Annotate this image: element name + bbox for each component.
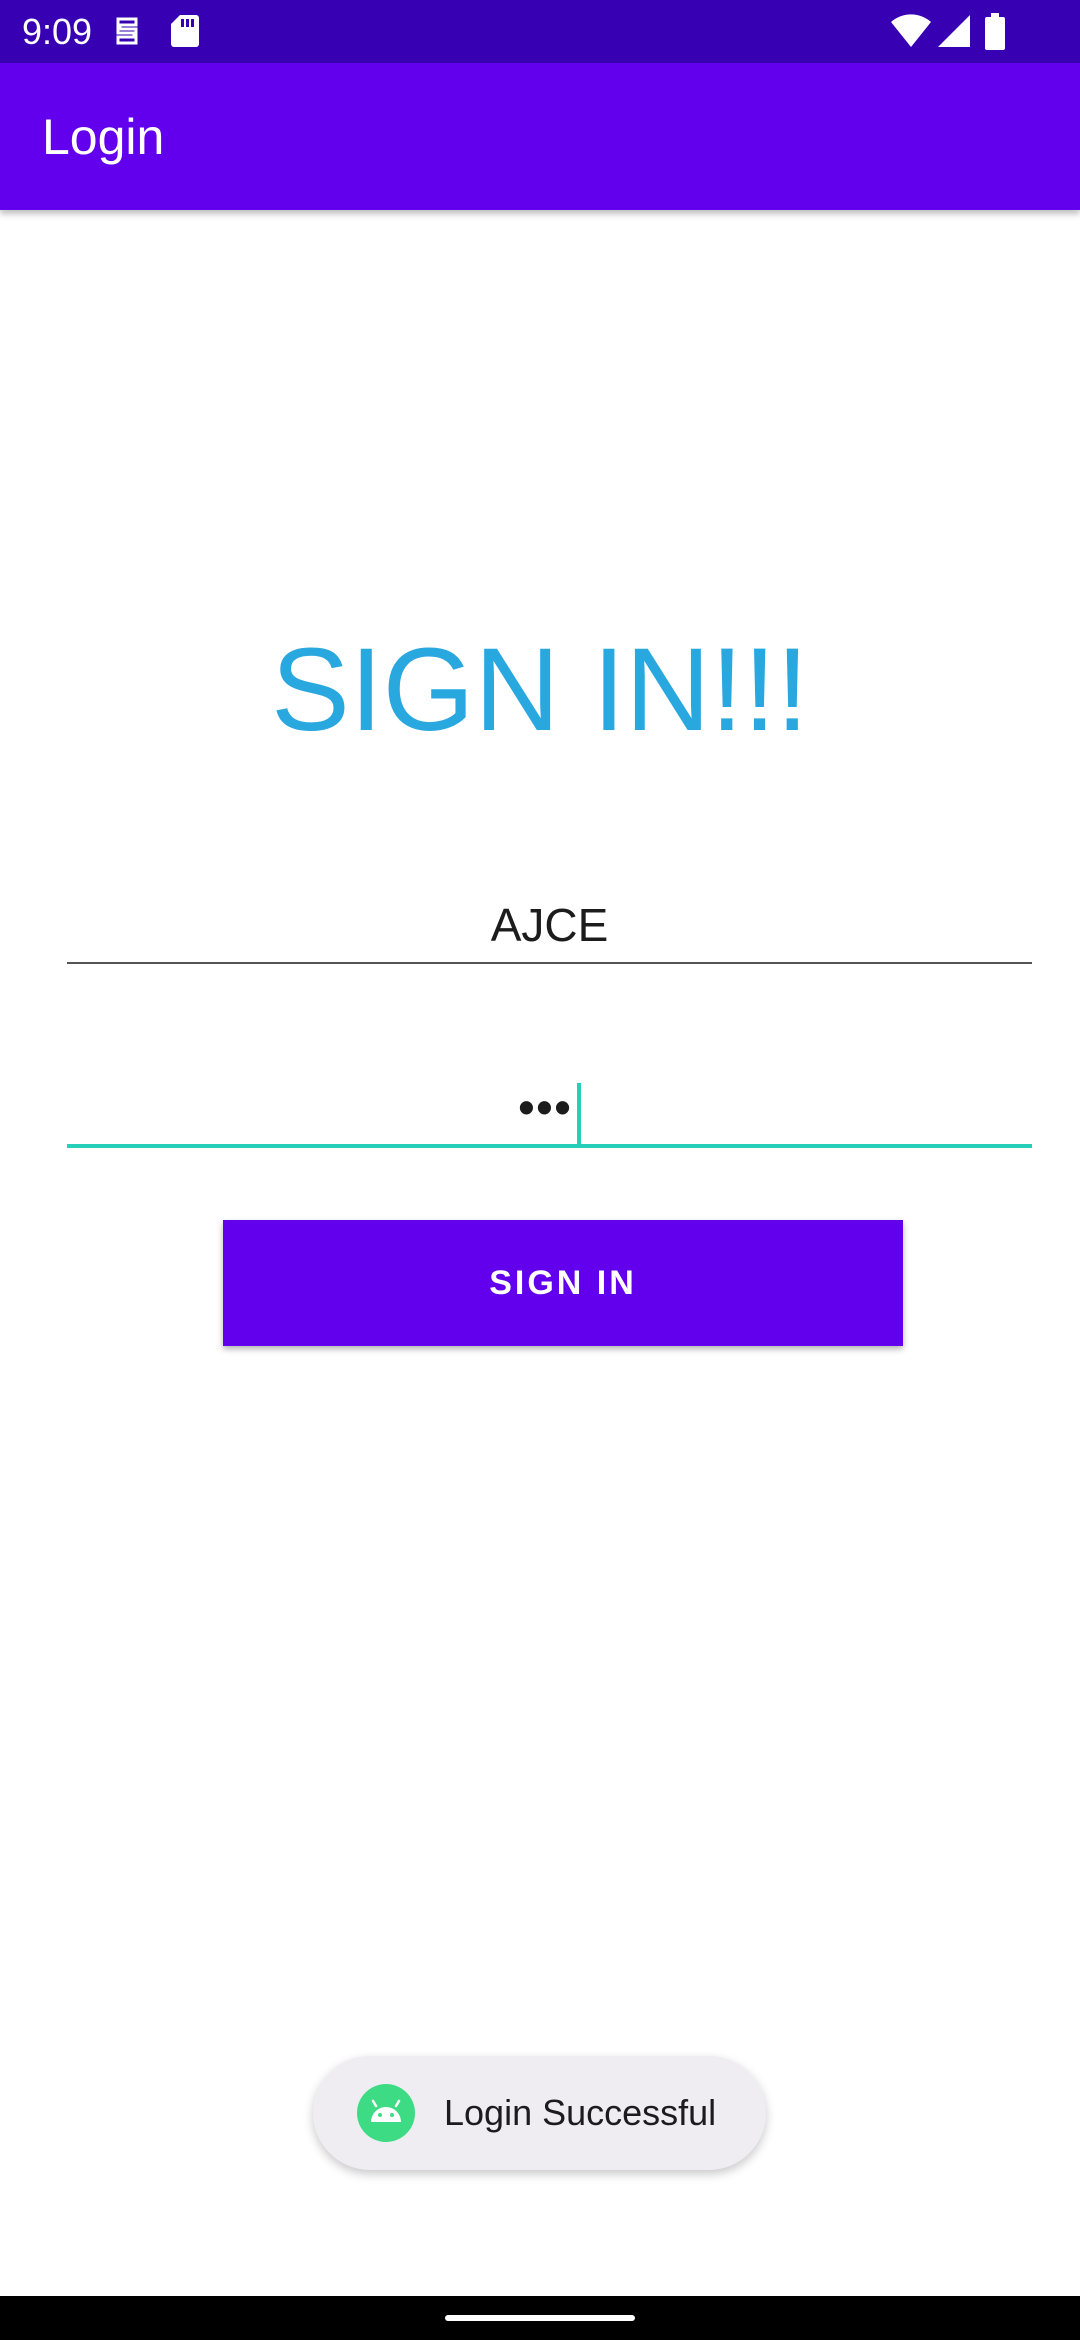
password-value: ••• bbox=[518, 1081, 573, 1133]
sign-in-heading: SIGN IN!!! bbox=[271, 624, 809, 756]
username-value: AJCE bbox=[490, 899, 609, 951]
password-field[interactable]: ••• bbox=[67, 1070, 1032, 1148]
android-icon bbox=[357, 2084, 415, 2142]
status-bar: 9:09 bbox=[0, 0, 1080, 63]
login-screen: 9:09 Login SIGN IN!!! AJCE ••• SIGN IN L… bbox=[0, 0, 1080, 2340]
wifi-icon bbox=[890, 13, 932, 54]
sign-in-button[interactable]: SIGN IN bbox=[223, 1220, 903, 1346]
toast-message: Login Successful bbox=[313, 2056, 766, 2170]
sim-card-toolkit-icon bbox=[112, 13, 142, 54]
signal-icon bbox=[936, 13, 972, 54]
home-gesture-handle[interactable] bbox=[445, 2315, 635, 2321]
toast-text: Login Successful bbox=[444, 2092, 717, 2133]
status-time: 9:09 bbox=[22, 11, 93, 52]
app-title: Login bbox=[42, 109, 165, 165]
text-cursor bbox=[576, 1082, 581, 1147]
sd-card-icon bbox=[170, 13, 200, 54]
app-bar: Login bbox=[0, 63, 1080, 210]
username-field[interactable]: AJCE bbox=[67, 888, 1032, 964]
battery-icon bbox=[984, 13, 1006, 56]
navigation-bar bbox=[0, 2296, 1080, 2340]
